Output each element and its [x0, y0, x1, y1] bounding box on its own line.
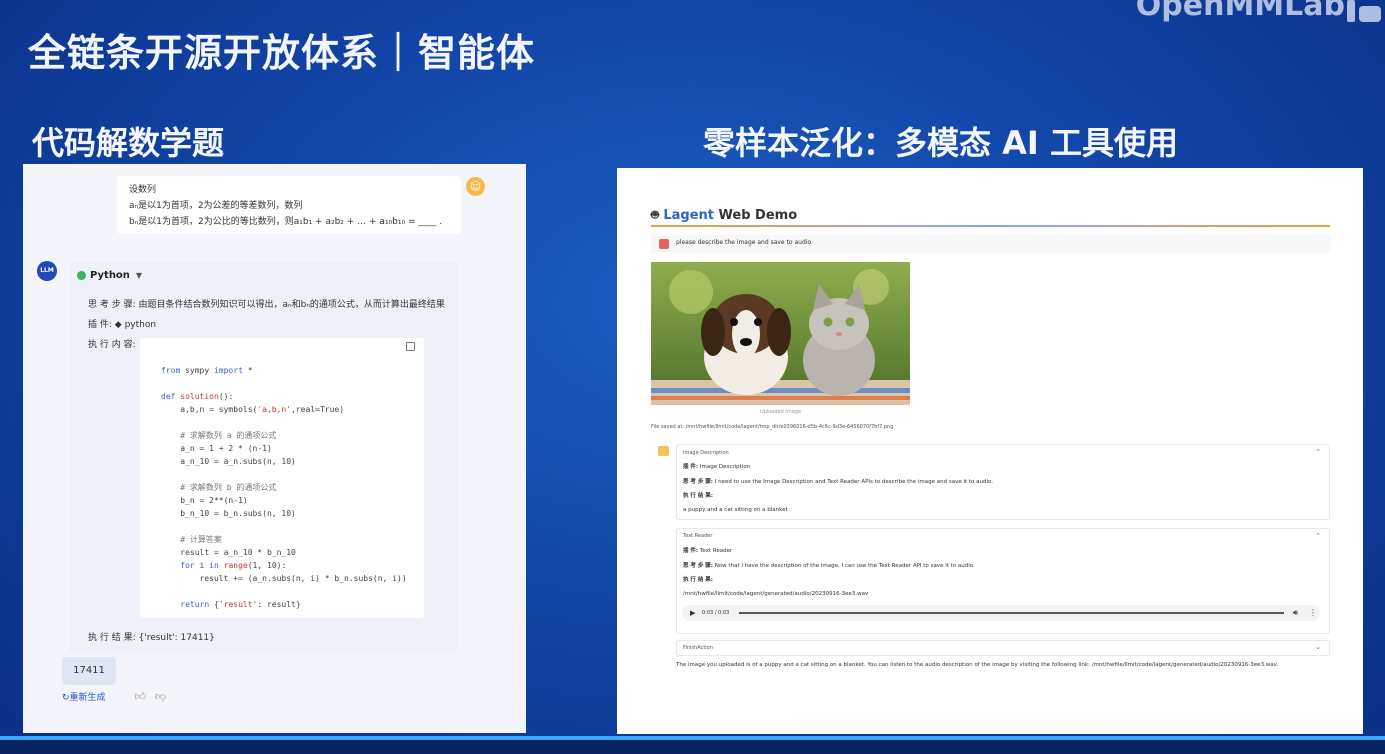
accordion-finish-action[interactable]: FinishAction ⌄ — [676, 640, 1330, 656]
thought-row: 思 考 步 骤: I need to use the Image Descrip… — [683, 477, 993, 485]
slide-title: 全链条开源开放体系｜智能体 — [28, 31, 536, 75]
result-label-text: 执 行 结 果: — [683, 577, 713, 583]
exec-label: 执 行 内 容: — [88, 340, 136, 350]
user-prompt-text: please describe the image and save to au… — [676, 239, 812, 246]
result-value: {'result': 17411} — [138, 633, 215, 643]
thought-value: Now that I have the description of the i… — [714, 563, 975, 569]
code-content: from sympy import * def solution(): a,b,… — [161, 366, 407, 609]
file-saved-text: File saved at: /mnt/hwfile/llmit/code/la… — [651, 424, 894, 430]
bot-avatar-icon — [658, 446, 669, 456]
refresh-icon: ↻ — [62, 693, 70, 703]
plugin-value: python — [124, 320, 157, 330]
demo-brand: Lagent — [663, 208, 714, 223]
user-avatar-icon — [659, 239, 669, 249]
final-answer-bubble: 17411 — [62, 657, 116, 685]
more-options-icon[interactable]: ⋮ — [1309, 608, 1317, 617]
question-line: 设数列 — [129, 185, 157, 195]
result-label: 执 行 结 果: — [88, 633, 136, 643]
python-logo-icon: ◆ — [114, 320, 122, 330]
demo-title: 🤖︎ Lagent Web Demo — [651, 207, 797, 225]
thought-text: 由题目条件结合数列知识可以得出，aₙ和bₙ的通项公式，从而计算出最终结果 — [138, 300, 445, 310]
plugin-label: 插 件: — [683, 548, 699, 554]
final-answer-text: The image you uploaded is of a puppy and… — [676, 662, 1279, 668]
result-label: 执 行 结 果: — [683, 575, 713, 583]
user-question-bubble: 设数列 aₙ是以1为首项，2为公差的等差数列，数列 bₙ是以1为首项，2为公比的… — [117, 176, 461, 234]
plugin-value: Image Description — [699, 464, 751, 470]
success-check-icon — [77, 270, 86, 280]
accordion-title: Text Reader — [683, 533, 713, 539]
result-value: /mnt/hwfile/llmit/code/lagent/generated/… — [683, 591, 869, 597]
bottom-footer-bar — [0, 740, 1385, 754]
thumbs-down-icon[interactable]: 👎︎ — [155, 690, 166, 703]
title-divider — [651, 225, 1330, 227]
plugin-row: 插 件: Image Description — [683, 462, 750, 470]
audio-progress-slider[interactable] — [739, 612, 1284, 614]
plugin-value: Text Reader — [699, 548, 733, 554]
chevron-down-icon[interactable]: ⌄ — [1315, 643, 1321, 651]
copy-icon[interactable] — [406, 342, 415, 351]
exec-result-row: 执 行 结 果: {'result': 17411} — [88, 630, 215, 643]
chevron-up-icon[interactable]: ⌃ — [1315, 532, 1321, 540]
play-icon[interactable]: ▶ — [690, 609, 695, 617]
chevron-up-icon[interactable]: ⌃ — [1315, 448, 1321, 456]
demo-title-rest: Web Demo — [714, 208, 798, 223]
plugin-row: 插 件: Text Reader — [683, 546, 732, 554]
section-title-right: 零样本泛化：多模态 AI 工具使用 — [703, 124, 1178, 162]
accordion-title: Image Description — [683, 450, 729, 456]
thought-row: 思 考 步 骤: Now that I have the description… — [683, 561, 975, 569]
brand-logo-text: OpenMMLab — [1135, 0, 1345, 23]
thumbs-up-icon[interactable]: 👍︎ — [134, 690, 146, 703]
question-line: aₙ是以1为首项，2为公差的等差数列，数列 — [129, 201, 303, 211]
section-title-left: 代码解数学题 — [32, 124, 225, 162]
user-avatar-icon: ☺ — [466, 177, 485, 196]
plugin-row: 插 件: ◆ python — [88, 317, 156, 330]
tool-dropdown[interactable]: Python ▼ — [77, 270, 142, 281]
uploaded-image-puppy-cat — [651, 262, 910, 405]
thought-row: 思 考 步 骤: 由题目条件结合数列知识可以得出，aₙ和bₙ的通项公式，从而计算… — [88, 297, 445, 310]
robot-icon: 🤖︎ — [651, 208, 659, 223]
question-line: bₙ是以1为首项，2为公比的等比数列，则a₁b₁ + a₂b₂ + … + a₁… — [129, 217, 443, 227]
accordion-title: FinishAction — [683, 645, 713, 651]
thought-label: 思 考 步 骤: — [88, 300, 136, 310]
thought-label: 思 考 步 骤: — [683, 479, 713, 485]
tool-name: Python — [90, 270, 130, 281]
thought-label: 思 考 步 骤: — [683, 563, 713, 569]
accordion-image-description[interactable]: Image Description ⌃ 插 件: Image Descripti… — [676, 444, 1330, 520]
result-label-text: 执 行 结 果: — [683, 493, 713, 499]
result-label: 执 行 结 果: — [683, 491, 713, 499]
bilibili-logo-icon — [1347, 0, 1381, 22]
plugin-label: 插 件: — [88, 320, 112, 330]
thought-value: I need to use the Image Description and … — [714, 479, 994, 485]
image-caption: Uploaded Image — [760, 409, 802, 415]
volume-icon[interactable]: 🔊︎ — [1293, 608, 1298, 618]
audio-time: 0:03 / 0:03 — [702, 610, 730, 616]
result-value: a puppy and a cat sitting on a blanket — [683, 507, 788, 513]
llm-avatar: LLM — [37, 261, 57, 281]
regenerate-button[interactable]: ↻重新生成 👍︎ 👎︎ — [62, 690, 166, 703]
plugin-label: 插 件: — [683, 464, 699, 470]
chevron-down-icon: ▼ — [135, 271, 143, 280]
regenerate-label: 重新生成 — [69, 693, 106, 703]
